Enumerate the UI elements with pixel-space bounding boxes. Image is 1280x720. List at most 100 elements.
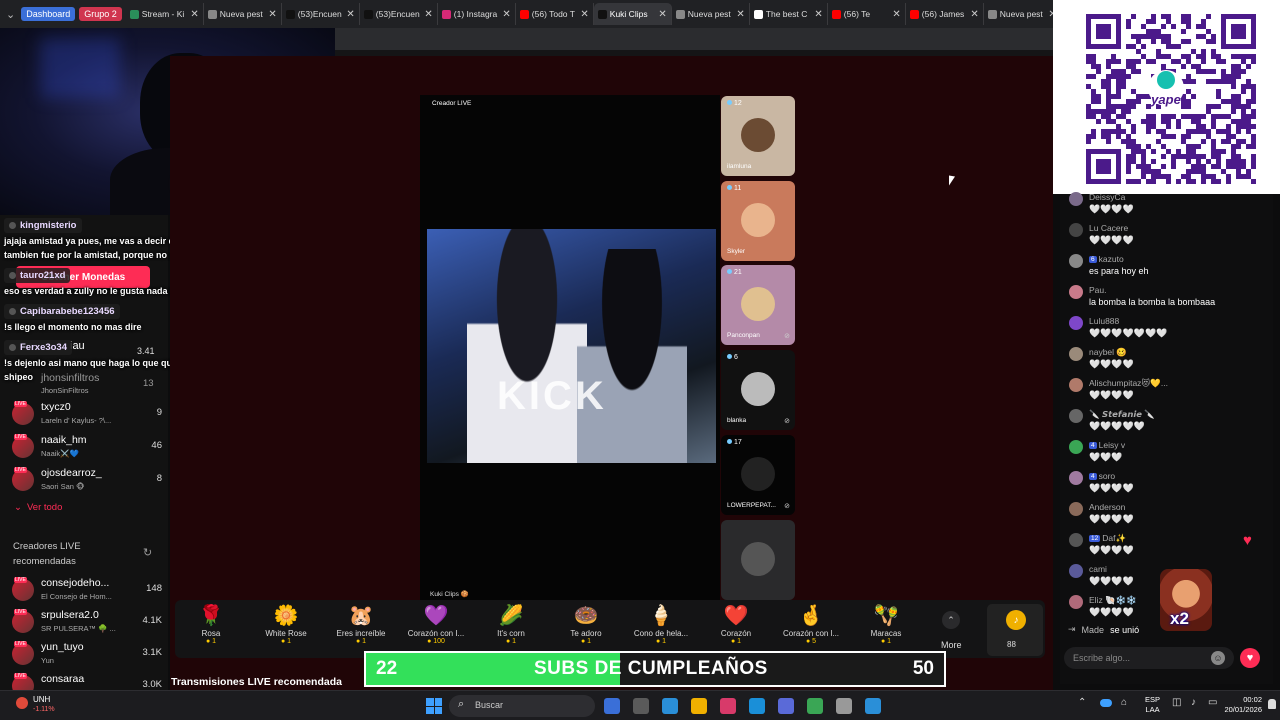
guest-tile[interactable]: 12 ilamluna <box>721 96 795 176</box>
chat-username-pill[interactable]: tauro21xd <box>4 268 71 283</box>
chat-input[interactable]: Escribe algo... <box>1064 647 1234 669</box>
chat-message[interactable]: naybel 🥴 🤍🤍🤍🤍 <box>1066 347 1271 375</box>
browser-tab[interactable]: Nueva pest✕ <box>672 3 750 25</box>
tab-close-icon[interactable]: ✕ <box>190 9 198 20</box>
file-explorer-icon[interactable] <box>720 698 736 714</box>
browser-tab[interactable]: (53)Encuen ✕ <box>360 3 438 25</box>
chat-username-pill[interactable]: kingmisterio <box>4 218 82 233</box>
chat-message[interactable]: 12 Daf✨ 🤍🤍🤍🤍 <box>1066 533 1271 561</box>
gift-item[interactable]: 💜 Corazón con I... ● 100 <box>401 603 471 645</box>
tab-close-icon[interactable]: ✕ <box>658 9 666 20</box>
gift-item[interactable]: 🌽 It's corn ● 1 <box>476 603 546 645</box>
discord-icon[interactable] <box>778 698 794 714</box>
speaker-icon[interactable]: ◫ <box>1172 697 1181 708</box>
recommended-header: Creadores LIVE recomendadas <box>13 541 81 567</box>
start-button[interactable] <box>426 698 442 714</box>
chat-message[interactable]: Lulu888 🤍🤍🤍🤍🤍🤍🤍 <box>1066 316 1271 344</box>
gift-item[interactable]: ❤️ Corazón ● 1 <box>701 603 771 645</box>
browser-tab[interactable]: Kuki Clips ✕ <box>593 3 672 25</box>
app-icon[interactable] <box>807 698 823 714</box>
snipping-icon[interactable] <box>865 698 881 714</box>
chat-message[interactable]: 6 kazuto es para hoy eh <box>1066 254 1271 282</box>
browser-tab[interactable]: (56) James ✕ <box>906 3 984 25</box>
live-video[interactable]: KICK <box>427 229 716 463</box>
chat-message[interactable]: Lu Cacere 🤍🤍🤍🤍 <box>1066 223 1271 251</box>
language-indicator[interactable]: ESP LAA <box>1145 695 1160 715</box>
following-name-jhon[interactable]: jhonsinfiltros <box>41 372 99 384</box>
settings-icon[interactable] <box>836 698 852 714</box>
search-results-icon[interactable] <box>604 698 620 714</box>
guest-tile[interactable]: 6 blanka ⊘ <box>721 350 795 430</box>
tab-close-icon[interactable]: ✕ <box>502 9 510 20</box>
recommended-item[interactable]: consejodeho... El Consejo de Hom... 148 <box>12 577 162 605</box>
tab-group-dashboard[interactable]: Dashboard <box>21 7 76 21</box>
tab-close-icon[interactable]: ✕ <box>970 9 978 20</box>
tab-group-grupo-2[interactable]: Grupo 2 <box>79 7 122 21</box>
tab-close-icon[interactable]: ✕ <box>346 9 354 20</box>
chat-username-pill[interactable]: Ferxe3o34 <box>4 340 73 355</box>
gift-item[interactable]: 🪇 Maracas ● 1 <box>851 603 921 645</box>
emoji-icon[interactable]: ☺ <box>1211 651 1225 665</box>
tab-close-icon[interactable]: ✕ <box>814 9 822 20</box>
store-icon[interactable] <box>662 698 678 714</box>
network-icon[interactable]: ⌂ <box>1121 697 1127 708</box>
taskbar-search[interactable]: ⌕ Buscar <box>449 695 595 717</box>
tray-chevron-icon[interactable]: ⌃ <box>1078 697 1086 708</box>
chat-message[interactable]: 4 Leisy v 🤍🤍🤍 <box>1066 440 1271 468</box>
browser-tab[interactable]: Stream - Ki ✕ <box>126 3 204 25</box>
recommended-item[interactable]: yun_tuyo Yun 3.1K <box>12 641 162 669</box>
gift-scroll-up-button[interactable]: ⌃ <box>942 611 960 629</box>
browser-tab[interactable]: (53)Encuen ✕ <box>282 3 360 25</box>
chat-message[interactable]: DeissyCa 🤍🤍🤍🤍 <box>1066 192 1271 220</box>
volume-icon[interactable]: ♪ <box>1191 697 1196 708</box>
gift-more-label[interactable]: More <box>941 640 962 650</box>
browser-tab[interactable]: Nueva pest✕ <box>984 3 1062 25</box>
chat-message[interactable]: 4 soro 🤍🤍🤍🤍 <box>1066 471 1271 499</box>
gift-item[interactable]: 🐹 Eres increíble ● 1 <box>326 603 396 645</box>
address-bar-strip[interactable] <box>335 28 1053 50</box>
tab-close-icon[interactable]: ✕ <box>580 9 588 20</box>
tab-close-icon[interactable]: ✕ <box>424 9 432 20</box>
browser-tab[interactable]: The best C ✕ <box>750 3 828 25</box>
notification-icon[interactable] <box>1268 699 1276 709</box>
coins-panel[interactable]: ♪ 88 <box>987 604 1043 656</box>
battery-icon[interactable]: ▭ <box>1208 697 1217 708</box>
edge-icon[interactable] <box>749 698 765 714</box>
join-text: se unió <box>1110 624 1140 635</box>
gift-item[interactable]: 🍦 Cono de hela... ● 1 <box>626 603 696 645</box>
chat-message[interactable]: Pau. la bomba la bomba la bombaaa <box>1066 285 1271 313</box>
following-item[interactable]: naaik_hm Naaik⚔️💙 46 <box>12 434 162 462</box>
gift-item[interactable]: 🍩 Te adoro ● 1 <box>551 603 621 645</box>
browser-tab[interactable]: (56) Te ✕ <box>828 3 906 25</box>
task-view-icon[interactable] <box>633 698 649 714</box>
tab-close-icon[interactable]: ✕ <box>268 9 276 20</box>
tab-search-icon[interactable]: ⌄ <box>6 5 15 23</box>
chat-username-pill[interactable]: Capibarabebe123456 <box>4 304 120 319</box>
tab-close-icon[interactable]: ✕ <box>892 9 900 20</box>
browser-tab[interactable]: (1) Instagra ✕ <box>438 3 516 25</box>
refresh-icon[interactable]: ↻ <box>143 546 152 559</box>
guest-tile[interactable]: 17 LOWERPEPAT... ⊘ <box>721 435 795 515</box>
browser-tab[interactable]: (56) Todo T ✕ <box>516 3 594 25</box>
weather-widget[interactable]: UNH -1.11% <box>16 695 76 717</box>
chat-message[interactable]: Anderson 🤍🤍🤍🤍 <box>1066 502 1271 530</box>
browser-tab[interactable]: Nueva pest✕ <box>204 3 282 25</box>
onedrive-icon[interactable] <box>1100 699 1112 707</box>
gift-item[interactable]: 🌼 White Rose ● 1 <box>251 603 321 645</box>
send-heart-button[interactable]: ♥ <box>1240 648 1260 668</box>
following-item[interactable]: txycz0 Lareln d' Kaylus- ?\... 9 <box>12 401 162 429</box>
guest-tile[interactable] <box>721 520 795 600</box>
gift-item[interactable]: 🤞 Corazón con l... ● 5 <box>776 603 846 645</box>
following-item[interactable]: ojosdearroz_ Saori San 🐵 8 <box>12 467 162 495</box>
recommended-item[interactable]: srpulsera2.0 SR PULSERA™ 🌳 ... 4.1K <box>12 609 162 637</box>
clock[interactable]: 00:02 20/01/2026 <box>1222 695 1262 715</box>
chat-message[interactable]: Alischumpitaz😻💛... 🤍🤍🤍🤍 <box>1066 378 1271 406</box>
guest-tile[interactable]: 21 Panconpan ⊘ <box>721 265 795 345</box>
gift-item[interactable]: 🌹 Rosa ● 1 <box>176 603 246 645</box>
guest-tile[interactable]: 11 Skyler <box>721 181 795 261</box>
gift-label: Corazón con I... <box>407 629 465 638</box>
chat-message[interactable]: 🔪 𝙎𝙩𝙚𝙛𝙖𝙣𝙞𝙚 🔪 🤍🤍🤍🤍🤍 <box>1066 409 1271 437</box>
tab-close-icon[interactable]: ✕ <box>736 9 744 20</box>
see-all-link[interactable]: ⌄ Ver todo <box>14 502 62 513</box>
copilot-icon[interactable] <box>691 698 707 714</box>
